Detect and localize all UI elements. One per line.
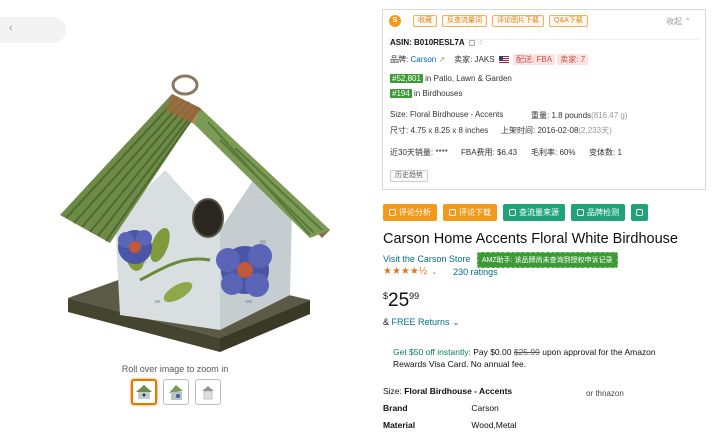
rating-line: ★★★★½ ⌄ 230 ratings [383, 266, 498, 277]
price: $2599 [383, 290, 420, 311]
star-rating-icon[interactable]: ★★★★½ [383, 266, 427, 277]
brand-check-button[interactable]: 品牌检测 [571, 204, 625, 221]
attribute-row-brand: Brand Carson [383, 403, 499, 413]
weight-cell: 重量: 1.8 pounds(816.47 g) [531, 111, 628, 120]
extension-logo-icon[interactable]: S [389, 15, 401, 27]
birdhouse-thumbnail-icon [136, 385, 152, 399]
panel-tabs: 收藏 反查流量词 评论图片下载 Q&A下载 [413, 15, 588, 27]
calculator-button[interactable] [631, 204, 648, 221]
promo-text: Get $50 off instantly: Pay $0.00 $25.99 … [393, 347, 656, 369]
weight-value: 1.8 pounds [551, 111, 592, 120]
fba-fee-value: $6.43 [497, 148, 518, 157]
copy-icon[interactable] [468, 39, 475, 46]
review-analysis-button[interactable]: 评论分析 [383, 204, 437, 221]
analysis-icon [389, 209, 396, 216]
thumbnail-strip [131, 379, 221, 405]
tool-action-bar: 评论分析 评论下载 查流量来源 品牌检测 [383, 204, 648, 221]
launch-value: 2016-02-08 [537, 126, 579, 135]
margin-value: 60% [559, 148, 576, 157]
launch-cell: 上架时间: 2016-02-08(2,233天) [501, 126, 612, 135]
review-download-button[interactable]: 评论下载 [443, 204, 497, 221]
asin-value: B010RESL7A [414, 38, 465, 47]
main-product-image[interactable] [60, 60, 340, 360]
rank-category-1[interactable]: in Patio, Lawn & Garden [425, 74, 512, 83]
thumbnail-3[interactable] [195, 379, 221, 405]
attribute-row-material: Material Wood,Metal [383, 420, 517, 430]
thumbnail-2[interactable] [163, 379, 189, 405]
ratings-count-link[interactable]: 230 ratings [453, 267, 498, 277]
birdhouse-thumbnail-icon [202, 386, 214, 400]
tab-favorite[interactable]: 收藏 [413, 15, 437, 27]
fba-fee-cell: FBA费用: $6.43 [461, 148, 518, 157]
rank-badge-2: #194 [390, 89, 412, 98]
size-weight-row: Size: Floral Birdhouse - Accents [390, 110, 504, 119]
birdhouse-thumbnail-icon [169, 385, 183, 400]
brand-value[interactable]: Carson [410, 55, 436, 64]
margin-cell: 毛利率: 60% [531, 148, 576, 157]
chevron-down-icon: ⌄ [452, 317, 460, 327]
tab-reverse-keyword[interactable]: 反查流量词 [442, 15, 487, 27]
overlapped-text: or thnazon [586, 389, 624, 398]
variants-cell: 变体数: 1 [589, 148, 622, 157]
seller-tool-panel: S 收藏 反查流量词 评论图片下载 Q&A下载 收起 ⌃ ASIN: B010R… [382, 9, 706, 190]
us-flag-icon [498, 56, 509, 64]
brand-seller-row: 品牌: Carson ↗ 卖家: JAKS 配送: FBA 卖家: 7 [390, 54, 589, 65]
back-arrow-icon: ‹ [9, 22, 13, 34]
download-icon [449, 209, 456, 216]
amz-assistant-badge[interactable]: AMZ助手: 该品牌尚未查询到授权申诉记录 [476, 252, 618, 268]
chevron-down-icon[interactable]: ⌄ [431, 268, 437, 276]
product-title: Carson Home Accents Floral White Birdhou… [383, 231, 678, 247]
tab-review-images[interactable]: 评论图片下载 [492, 15, 544, 27]
sales-row: 近30天销量: **** [390, 148, 448, 157]
external-link-icon[interactable]: ↗ [439, 55, 446, 64]
tab-qa-download[interactable]: Q&A下载 [549, 15, 588, 27]
calculator-icon [636, 209, 643, 216]
free-returns-link[interactable]: & FREE Returns ⌄ [383, 317, 460, 328]
rank-badge-1: #52,801 [390, 74, 423, 83]
birdhouse-image [60, 74, 330, 352]
rank-category-2[interactable]: in Birdhouses [414, 89, 462, 98]
rank-row-2: #194 in Birdhouses [390, 89, 463, 98]
thumbnail-1[interactable] [131, 379, 157, 405]
asin-row: ASIN: B010RESL7A ⁘ [390, 38, 484, 47]
history-trend-button[interactable]: 历史趋势 [390, 170, 428, 182]
link-icon[interactable]: ⁘ [477, 38, 484, 47]
brand-icon [577, 209, 584, 216]
sales-value: **** [435, 148, 448, 157]
dims-value: 4.75 x 8.25 x 8 inches [410, 126, 489, 135]
card-promo: Get $50 off instantly: Pay $0.00 $25.99 … [383, 337, 683, 375]
price-fraction: 99 [409, 291, 420, 301]
traffic-source-button[interactable]: 查流量来源 [503, 204, 565, 221]
price-whole: 25 [388, 290, 410, 311]
sellers-count-badge: 卖家: 7 [557, 54, 589, 65]
zoom-hint-text: Roll over image to zoom in [121, 364, 229, 374]
fba-badge: 配送: FBA [513, 54, 556, 65]
back-button[interactable]: ‹ [0, 17, 66, 43]
panel-toolbar: S 收藏 反查流量词 评论图片下载 Q&A下载 收起 ⌃ [383, 10, 705, 32]
size-value: Floral Birdhouse - Accents [410, 110, 504, 119]
variants-value: 1 [617, 148, 622, 157]
store-link[interactable]: Visit the Carson Store [383, 254, 470, 264]
rank-row-1: #52,801 in Patio, Lawn & Garden [390, 74, 512, 83]
size-selector-label: Size: Floral Birdhouse - Accents [383, 386, 513, 396]
traffic-icon [509, 209, 516, 216]
seller-value[interactable]: JAKS [475, 55, 495, 64]
dims-row: 尺寸: 4.75 x 8.25 x 8 inches [390, 126, 489, 135]
collapse-button[interactable]: 收起 ⌃ [666, 16, 691, 27]
size-value: Floral Birdhouse - Accents [404, 386, 513, 396]
